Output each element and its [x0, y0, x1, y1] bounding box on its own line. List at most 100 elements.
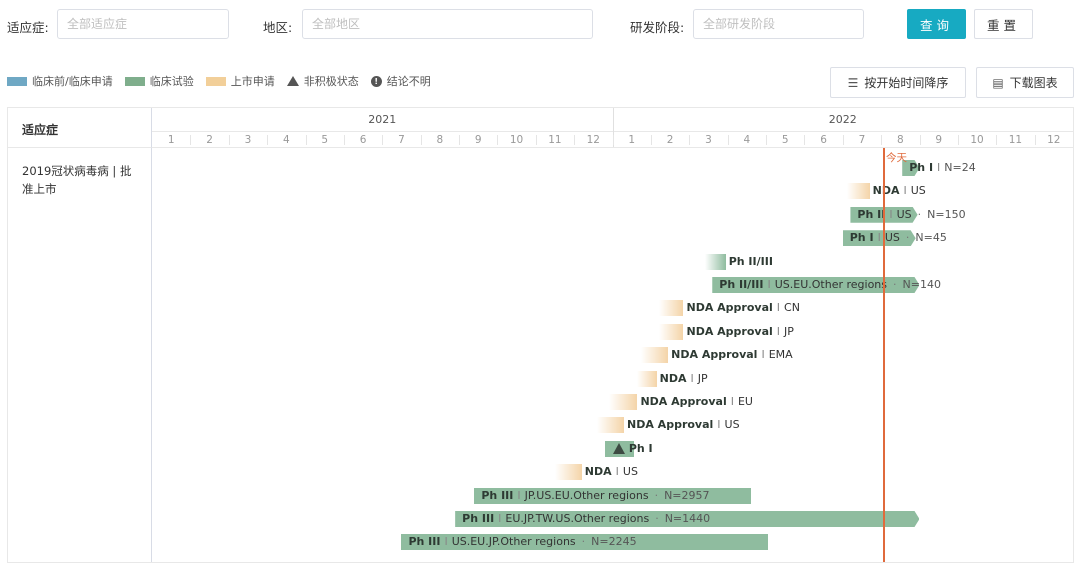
phase-label: Ph II/III [719, 278, 764, 291]
query-button[interactable]: 查询 [907, 9, 966, 39]
separator: I [767, 278, 771, 291]
timeline-bar[interactable] [704, 253, 726, 270]
month-separator [842, 135, 844, 145]
month-separator [190, 135, 192, 145]
month-label: 1 [167, 134, 175, 146]
separator: I [903, 184, 907, 198]
phase-label: Ph III [408, 535, 441, 549]
month-separator [804, 135, 806, 145]
indication-select[interactable] [57, 9, 229, 39]
download-chart-button[interactable]: ▤ 下载图表 [976, 67, 1074, 98]
month-separator [957, 135, 959, 145]
month-separator [689, 135, 691, 145]
phase-label: NDA [872, 184, 900, 198]
today-marker [883, 148, 886, 562]
phase-label: Ph III [481, 488, 514, 502]
timeline-bar[interactable] [658, 300, 684, 317]
timeline-bar-label: Ph II/III [729, 254, 773, 270]
timeline-bar[interactable] [658, 323, 684, 340]
separator: I [776, 324, 781, 338]
timeline-bar-label: Ph I [629, 441, 653, 457]
month-label: 5 [321, 134, 329, 146]
sort-desc-icon: ☰ [847, 75, 859, 90]
sample-size-label: N=24 [944, 161, 976, 174]
month-label: 10 [509, 134, 524, 146]
separator-dot: · [905, 231, 910, 245]
separator: I [498, 512, 502, 525]
month-separator [919, 135, 921, 145]
region-label: US [896, 207, 912, 221]
timeline-bar-label: NDA Approval I US [627, 417, 740, 433]
month-label: 11 [548, 134, 562, 146]
legend-item-preclinical: 临床前/临床申请 [7, 73, 113, 89]
separator-dot: · [893, 278, 897, 291]
sort-by-start-button[interactable]: ☰ 按开始时间降序 [830, 67, 966, 98]
month-separator [766, 135, 767, 145]
legend-label: 结论不明 [386, 75, 431, 88]
phase-label: Ph III [462, 512, 495, 525]
month-separator [497, 135, 499, 145]
legend-item-unclear: ! 结论不明 [370, 73, 431, 89]
year-label: 2022 [828, 113, 857, 126]
month-label: 4 [743, 134, 751, 146]
region-label: CN [784, 301, 800, 315]
region-select[interactable] [302, 9, 593, 39]
timeline-bar[interactable] [554, 464, 582, 481]
region-label: JP [784, 324, 794, 338]
region-label: US [622, 465, 638, 479]
phase-label: Ph II/III [728, 254, 773, 268]
timeline-bar[interactable] [846, 183, 870, 200]
region-label: EMA [768, 348, 793, 362]
month-label: 2 [666, 134, 674, 146]
region-label: EU [737, 395, 753, 408]
month-separator [881, 135, 883, 145]
legend-label: 上市申请 [230, 75, 275, 88]
month-separator [574, 135, 576, 145]
phase-label: Ph I [628, 441, 653, 455]
timeline-bar-label: Ph III I EU.JP.TW.US.Other regions · N=1440 [462, 511, 710, 527]
legend-item-inactive: 非积极状态 [286, 73, 359, 89]
timeline-bar[interactable] [597, 417, 624, 434]
filter-bar: 适应症: 地区: 研发阶段: 查询 重置 [0, 0, 1080, 50]
timeline-bar[interactable] [637, 370, 657, 387]
month-label: 6 [820, 134, 827, 146]
separator: I [776, 301, 781, 315]
timeline-bar-label: Ph III I JP.US.EU.Other regions · N=2957 [481, 488, 709, 504]
legend-swatch-clinical-trial [124, 76, 145, 86]
timeline-bar-label: Ph I I N=24 [909, 160, 976, 176]
month-label: 7 [858, 134, 866, 146]
sample-size-label: N=140 [902, 278, 941, 291]
legend-swatch-preclinical [7, 76, 27, 86]
region-label: US [910, 184, 926, 198]
reset-button[interactable]: 重置 [974, 9, 1033, 39]
timeline-bar[interactable] [608, 394, 638, 410]
sample-size-label: N=2957 [664, 488, 710, 502]
month-label: 3 [244, 134, 252, 146]
month-label: 5 [781, 134, 789, 146]
phase-label: Ph I [849, 231, 874, 245]
phase-label: NDA Approval [686, 301, 773, 315]
phase-label: Ph II [857, 207, 886, 221]
legend-swatch-nda [205, 76, 226, 86]
month-label: 4 [282, 134, 290, 146]
region-label: US [884, 231, 900, 245]
separator-dot: · [917, 207, 922, 221]
gantt-chart: 适应症 2019冠状病毒病 | 批准上市 2021 2022 1234567891… [7, 107, 1074, 563]
timeline-bar-label: Ph II/III I US.EU.Other regions · N=140 [719, 277, 941, 293]
separator: I [889, 207, 893, 221]
phase-label: NDA Approval [640, 395, 727, 408]
region-label: JP [697, 371, 708, 385]
timeline-bar[interactable] [641, 347, 669, 364]
timeline-bar-label: Ph III I US.EU.JP.Other regions · N=2245 [408, 534, 636, 550]
timeline-bar-label: NDA I US [873, 183, 926, 199]
month-separator [996, 135, 998, 145]
phase-select[interactable] [693, 9, 864, 39]
separator: I [717, 418, 721, 432]
timeline-bar-label: Ph I I US · N=45 [850, 230, 947, 246]
month-separator [650, 135, 652, 145]
month-label: 8 [436, 134, 444, 146]
download-button-label: 下载图表 [1009, 76, 1058, 90]
month-separator [727, 135, 729, 145]
month-label: 12 [586, 134, 600, 146]
month-separator [459, 135, 460, 145]
